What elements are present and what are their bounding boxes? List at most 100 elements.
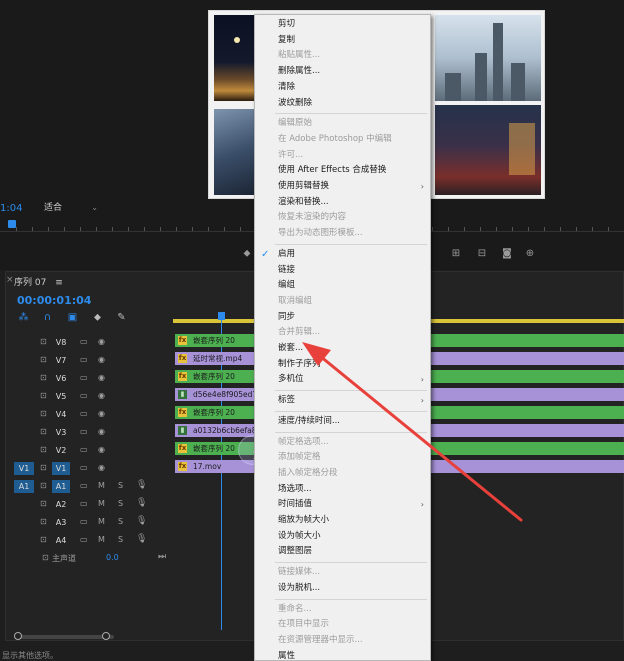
eye-icon[interactable]: ◉	[98, 427, 105, 436]
mute-button[interactable]: M	[98, 517, 105, 526]
sync-lock-icon[interactable]: ▭	[80, 337, 88, 346]
lock-icon[interactable]: ⊡	[40, 427, 47, 436]
menu-item[interactable]: 复制	[255, 33, 430, 48]
lock-icon[interactable]: ⊡	[40, 391, 47, 400]
lock-icon[interactable]: ⊡	[40, 499, 47, 508]
mute-button[interactable]: M	[98, 499, 105, 508]
menu-item[interactable]: 嵌套...	[255, 341, 430, 356]
eye-icon[interactable]: ◉	[98, 463, 105, 472]
microphone-icon[interactable]: 🎙	[136, 480, 147, 490]
menu-item[interactable]: 缩放为帧大小	[255, 513, 430, 528]
panel-menu-icon[interactable]: ≡	[55, 278, 63, 288]
lock-icon[interactable]: ⊡	[40, 409, 47, 418]
master-volume[interactable]: 0.0	[106, 553, 119, 562]
source-patch-v4[interactable]	[14, 408, 34, 421]
menu-item[interactable]: 清除	[255, 80, 430, 95]
menu-item[interactable]: 渲染和替换...	[255, 195, 430, 210]
menu-item[interactable]: 设为脱机...	[255, 581, 430, 596]
source-patch-a4[interactable]	[14, 534, 34, 547]
sync-lock-icon[interactable]: ▭	[80, 463, 88, 472]
solo-button[interactable]: S	[118, 499, 123, 508]
track-name[interactable]: V4	[52, 408, 70, 421]
sync-lock-icon[interactable]: ▭	[80, 499, 88, 508]
source-patch-v6[interactable]	[14, 372, 34, 385]
sync-lock-icon[interactable]: ▭	[80, 391, 88, 400]
source-patch-v2[interactable]	[14, 444, 34, 457]
lock-icon[interactable]: ⊡	[40, 535, 47, 544]
lock-icon[interactable]: ⊡	[40, 373, 47, 382]
mute-button[interactable]: M	[98, 535, 105, 544]
snap-icon[interactable]: ∩	[42, 312, 53, 323]
track-name[interactable]: V7	[52, 354, 70, 367]
monitor-playhead[interactable]	[8, 220, 16, 228]
extract-icon[interactable]: ⊟	[476, 249, 488, 259]
menu-item[interactable]: 使用剪辑替换 ›	[255, 179, 430, 194]
lock-icon[interactable]: ⊡	[42, 553, 49, 562]
menu-item[interactable]: 波纹删除	[255, 96, 430, 111]
lock-icon[interactable]: ⊡	[40, 481, 47, 490]
linked-selection-icon[interactable]: ▣	[67, 312, 78, 323]
sync-lock-icon[interactable]: ▭	[80, 409, 88, 418]
lock-icon[interactable]: ⊡	[40, 517, 47, 526]
menu-item[interactable]: 链接	[255, 263, 430, 278]
eye-icon[interactable]: ◉	[98, 373, 105, 382]
menu-item[interactable]: 时间插值 ›	[255, 497, 430, 512]
menu-item[interactable]: 剪切	[255, 17, 430, 32]
lift-icon[interactable]: ⊞	[450, 249, 462, 259]
timeline-playhead[interactable]	[218, 312, 225, 320]
solo-button[interactable]: S	[118, 517, 123, 526]
track-name[interactable]: V3	[52, 426, 70, 439]
menu-item[interactable]: 删除属性...	[255, 64, 430, 79]
eye-icon[interactable]: ◉	[98, 391, 105, 400]
mute-button[interactable]: M	[98, 481, 105, 490]
menu-item[interactable]: ✓ 启用	[255, 247, 430, 262]
source-patch-a2[interactable]	[14, 498, 34, 511]
menu-item[interactable]: 制作子序列	[255, 357, 430, 372]
timeline-zoom-scrollbar[interactable]	[14, 632, 114, 640]
menu-item[interactable]: 标签 ›	[255, 393, 430, 408]
menu-item[interactable]: 使用 After Effects 合成替换	[255, 163, 430, 178]
track-name[interactable]: V5	[52, 390, 70, 403]
scroll-handle-left[interactable]	[14, 632, 22, 640]
menu-item[interactable]: 属性	[255, 649, 430, 661]
menu-item[interactable]: 多机位 ›	[255, 372, 430, 387]
sync-lock-icon[interactable]: ▭	[80, 445, 88, 454]
sync-lock-icon[interactable]: ▭	[80, 427, 88, 436]
sync-lock-icon[interactable]: ▭	[80, 535, 88, 544]
eye-icon[interactable]: ◉	[98, 337, 105, 346]
zoom-fit-select[interactable]: 适合 ⌄	[40, 201, 102, 215]
track-name[interactable]: V8	[52, 336, 70, 349]
track-name[interactable]: A2	[52, 498, 70, 511]
sequence-timecode[interactable]: 00:00:01:04	[17, 294, 91, 307]
sync-lock-icon[interactable]: ▭	[80, 373, 88, 382]
lock-icon[interactable]: ⊡	[40, 337, 47, 346]
track-name[interactable]: A4	[52, 534, 70, 547]
sequence-tab[interactable]: 序列 07 ≡	[14, 275, 63, 288]
source-patch-v7[interactable]	[14, 354, 34, 367]
solo-button[interactable]: S	[118, 481, 123, 490]
lock-icon[interactable]: ⊡	[40, 463, 47, 472]
nest-insert-icon[interactable]: ⁂	[18, 312, 29, 323]
sync-lock-icon[interactable]: ▭	[80, 481, 88, 490]
menu-item[interactable]: 编组	[255, 278, 430, 293]
menu-item[interactable]: 调整图层	[255, 544, 430, 559]
camera-icon[interactable]: ◙	[501, 249, 513, 259]
sync-lock-icon[interactable]: ▭	[80, 517, 88, 526]
track-name[interactable]: V6	[52, 372, 70, 385]
wrench-icon[interactable]: ✎	[116, 312, 127, 323]
eye-icon[interactable]: ◉	[98, 355, 105, 364]
add-marker-icon[interactable]: ⬥	[92, 312, 103, 323]
source-patch-a3[interactable]	[14, 516, 34, 529]
source-patch-v3[interactable]	[14, 426, 34, 439]
source-patch-v5[interactable]	[14, 390, 34, 403]
microphone-icon[interactable]: 🎙	[136, 534, 147, 544]
button-editor-icon[interactable]: ⊕	[524, 249, 536, 259]
eye-icon[interactable]: ◉	[98, 445, 105, 454]
track-name[interactable]: V2	[52, 444, 70, 457]
source-patch-a1[interactable]: A1	[14, 480, 34, 493]
track-name[interactable]: V1	[52, 462, 70, 475]
lock-icon[interactable]: ⊡	[40, 445, 47, 454]
menu-item[interactable]: 场选项...	[255, 482, 430, 497]
close-icon[interactable]: ×	[6, 275, 14, 285]
source-patch-v1[interactable]: V1	[14, 462, 34, 475]
